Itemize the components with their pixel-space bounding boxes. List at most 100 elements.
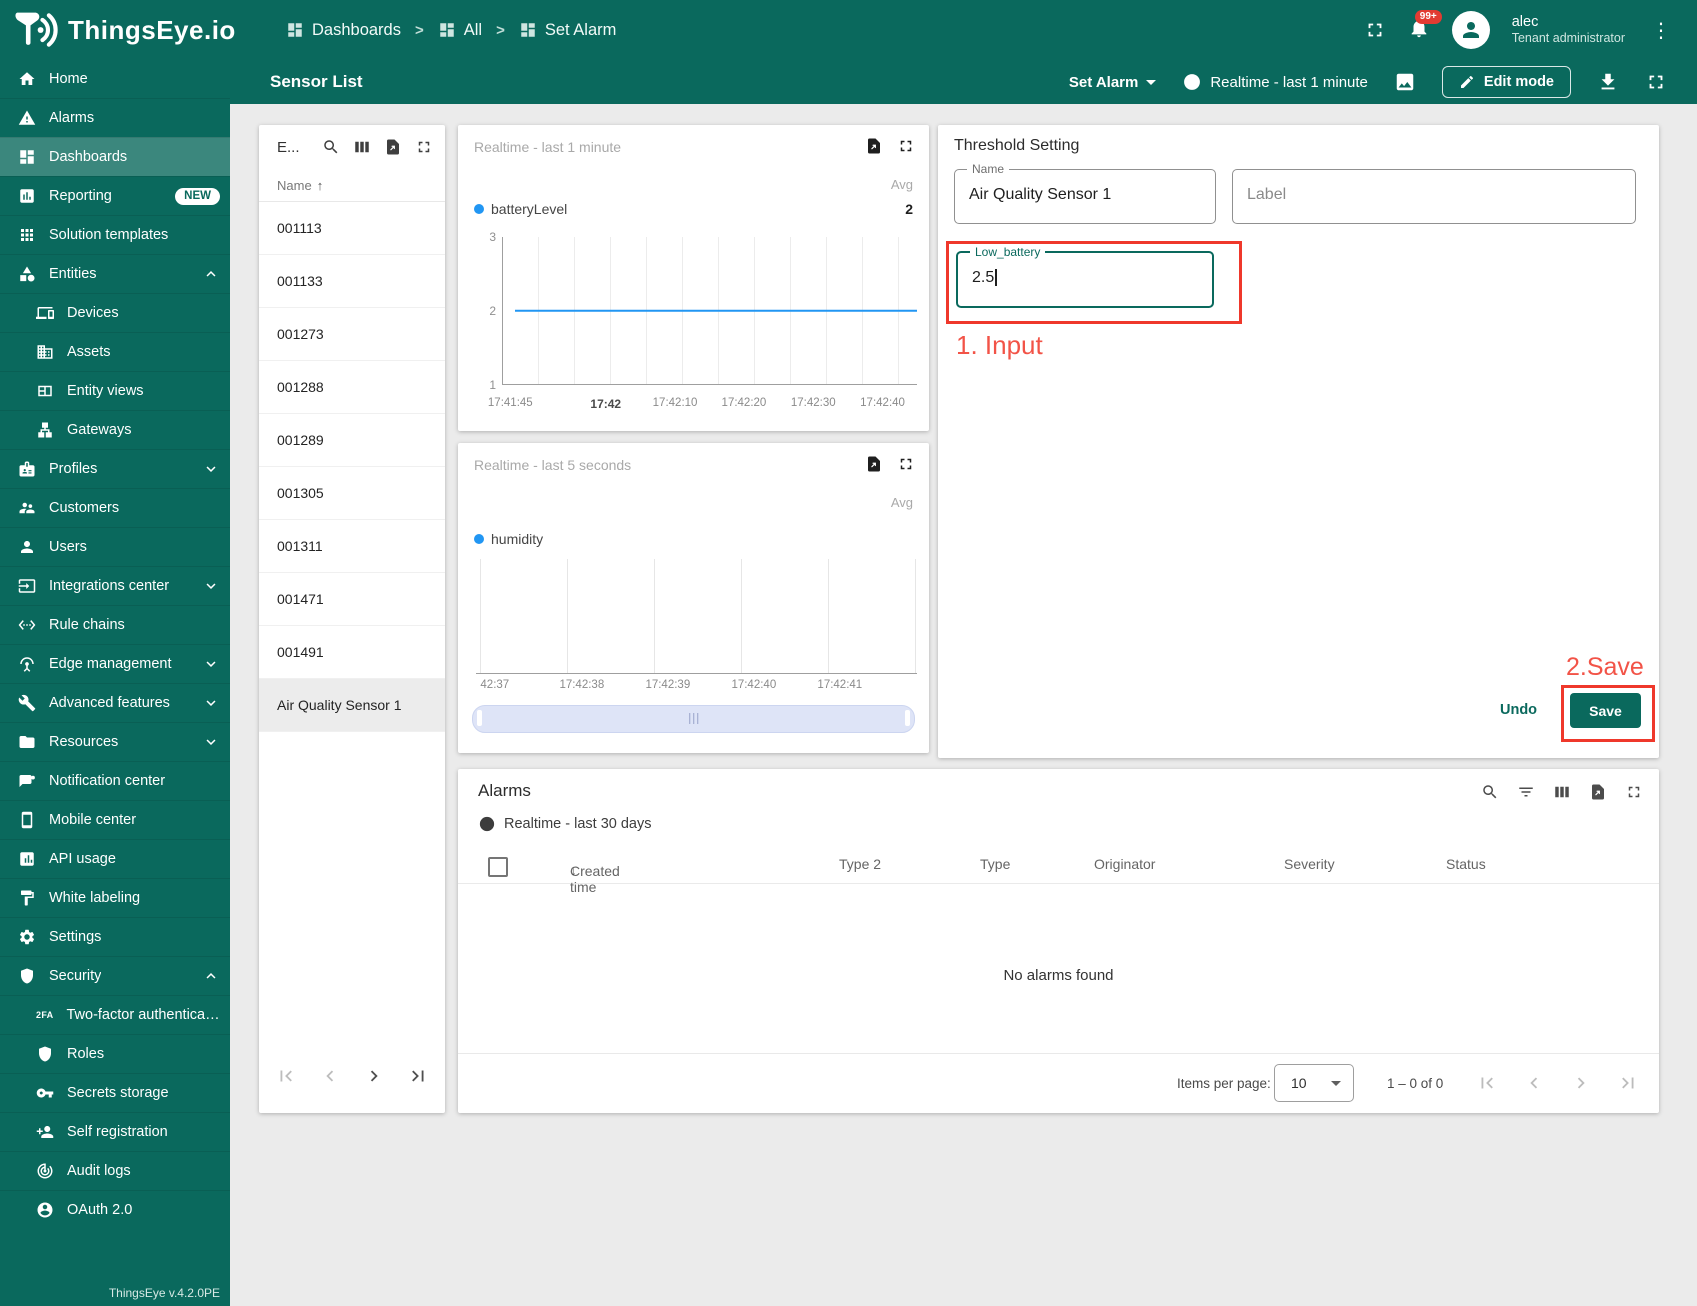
- label-field[interactable]: Label: [1232, 169, 1636, 224]
- sidebar-item-alarms[interactable]: Alarms: [0, 98, 230, 137]
- sidebar-item-reporting[interactable]: Reporting NEW: [0, 176, 230, 215]
- sidebar-item-home[interactable]: Home: [0, 60, 230, 98]
- download-icon[interactable]: [1597, 71, 1619, 93]
- column-type[interactable]: Type: [980, 856, 1010, 872]
- first-page-icon[interactable]: [275, 1065, 297, 1087]
- sidebar-item-solution-templates[interactable]: Solution templates: [0, 215, 230, 254]
- export-file-icon[interactable]: [865, 455, 883, 473]
- sidebar-item-roles[interactable]: Roles: [0, 1034, 230, 1073]
- sidebar-item-audit-logs[interactable]: Audit logs: [0, 1151, 230, 1190]
- sidebar-item-oauth[interactable]: OAuth 2.0: [0, 1190, 230, 1229]
- select-all-checkbox[interactable]: [488, 857, 508, 877]
- export-file-icon[interactable]: [1589, 783, 1607, 801]
- first-page-icon[interactable]: [1476, 1072, 1498, 1094]
- list-item[interactable]: 001113: [259, 202, 445, 255]
- time-scrollbar[interactable]: [472, 705, 915, 733]
- alarms-timewindow-button[interactable]: Realtime - last 30 days: [478, 815, 651, 833]
- sidebar-item-rule-chains[interactable]: Rule chains: [0, 605, 230, 644]
- fullscreen-icon[interactable]: [1625, 783, 1643, 801]
- sidebar-item-self-registration[interactable]: Self registration: [0, 1112, 230, 1151]
- sidebar-item-security[interactable]: Security: [0, 956, 230, 995]
- next-page-icon[interactable]: [363, 1065, 385, 1087]
- fullscreen-icon[interactable]: [1645, 71, 1667, 93]
- sidebar-item-users[interactable]: Users: [0, 527, 230, 566]
- list-item-selected[interactable]: Air Quality Sensor 1: [259, 679, 445, 732]
- export-file-icon[interactable]: [865, 137, 883, 155]
- sidebar-item-api-usage[interactable]: API usage: [0, 839, 230, 878]
- fullscreen-icon[interactable]: [1364, 19, 1386, 41]
- fullscreen-icon[interactable]: [897, 455, 915, 473]
- sidebar-item-secrets-storage[interactable]: Secrets storage: [0, 1073, 230, 1112]
- list-item[interactable]: 001305: [259, 467, 445, 520]
- last-page-icon[interactable]: [407, 1065, 429, 1087]
- brand-logo[interactable]: ThingsEye.io: [0, 11, 240, 49]
- save-button[interactable]: Save: [1570, 693, 1641, 728]
- avatar[interactable]: [1451, 11, 1490, 49]
- export-file-icon[interactable]: [384, 138, 402, 156]
- search-icon[interactable]: [322, 138, 340, 156]
- last-page-icon[interactable]: [1617, 1072, 1639, 1094]
- more-menu-icon[interactable]: ⋮: [1647, 18, 1675, 43]
- notifications-button[interactable]: 99+: [1408, 9, 1442, 44]
- list-item[interactable]: 001289: [259, 414, 445, 467]
- items-per-page-select[interactable]: 10: [1274, 1064, 1354, 1102]
- shield-icon: [36, 1045, 54, 1063]
- scrollbar-grip[interactable]: [688, 713, 699, 724]
- humidity-plot-area[interactable]: [476, 559, 917, 674]
- sidebar-item-settings[interactable]: Settings: [0, 917, 230, 956]
- timewindow-button[interactable]: Realtime - last 1 minute: [1182, 72, 1368, 92]
- sidebar-item-two-factor[interactable]: 2FA Two-factor authenticati...: [0, 995, 230, 1034]
- sidebar-item-edge-management[interactable]: Edge management: [0, 644, 230, 683]
- list-item[interactable]: 001471: [259, 573, 445, 626]
- sidebar-item-mobile-center[interactable]: Mobile center: [0, 800, 230, 839]
- list-item[interactable]: 001133: [259, 255, 445, 308]
- name-field[interactable]: Name Air Quality Sensor 1: [954, 162, 1216, 224]
- search-icon[interactable]: [1481, 783, 1499, 801]
- columns-icon[interactable]: [353, 138, 371, 156]
- edit-mode-button[interactable]: Edit mode: [1441, 66, 1571, 98]
- battery-plot-area[interactable]: [502, 237, 917, 385]
- column-type2[interactable]: Type 2: [839, 856, 881, 872]
- prev-page-icon[interactable]: [1523, 1072, 1545, 1094]
- sidebar-item-dashboards[interactable]: Dashboards: [0, 137, 230, 176]
- sidebar-item-integrations-center[interactable]: Integrations center: [0, 566, 230, 605]
- sidebar-item-devices[interactable]: Devices: [0, 293, 230, 332]
- breadcrumb-dashboards[interactable]: Dashboards: [286, 21, 401, 40]
- list-item[interactable]: 001288: [259, 361, 445, 414]
- image-export-icon[interactable]: [1394, 71, 1416, 93]
- column-severity[interactable]: Severity: [1284, 856, 1335, 872]
- sidebar-item-assets[interactable]: Assets: [0, 332, 230, 371]
- sidebar-item-advanced-features[interactable]: Advanced features: [0, 683, 230, 722]
- prev-page-icon[interactable]: [319, 1065, 341, 1087]
- sidebar-item-notification-center[interactable]: Notification center: [0, 761, 230, 800]
- scrollbar-right-handle[interactable]: [905, 710, 910, 726]
- fullscreen-icon[interactable]: [415, 138, 433, 156]
- sidebar-item-entities[interactable]: Entities: [0, 254, 230, 293]
- filter-icon[interactable]: [1517, 783, 1535, 801]
- report-icon: [18, 187, 36, 205]
- sidebar-item-profiles[interactable]: Profiles: [0, 449, 230, 488]
- sidebar-item-gateways[interactable]: Gateways: [0, 410, 230, 449]
- scrollbar-left-handle[interactable]: [477, 710, 482, 726]
- dashboard-state-select[interactable]: Set Alarm: [1069, 74, 1157, 91]
- list-item[interactable]: 001491: [259, 626, 445, 679]
- legend-humidity[interactable]: humidity: [474, 531, 543, 547]
- sidebar-item-customers[interactable]: Customers: [0, 488, 230, 527]
- column-status[interactable]: Status: [1446, 856, 1486, 872]
- sidebar-item-resources[interactable]: Resources: [0, 722, 230, 761]
- legend-battery-level[interactable]: batteryLevel: [474, 201, 567, 217]
- building-icon: [36, 343, 54, 361]
- columns-icon[interactable]: [1553, 783, 1571, 801]
- list-item[interactable]: 001273: [259, 308, 445, 361]
- breadcrumb-set-alarm[interactable]: Set Alarm: [519, 21, 616, 40]
- fullscreen-icon[interactable]: [897, 137, 915, 155]
- column-originator[interactable]: Originator: [1094, 856, 1155, 872]
- low-battery-field[interactable]: Low_battery 2.5: [956, 245, 1214, 308]
- entity-list-column-header[interactable]: Name ↑: [259, 169, 445, 202]
- sidebar-item-entity-views[interactable]: Entity views: [0, 371, 230, 410]
- sidebar-item-white-labeling[interactable]: White labeling: [0, 878, 230, 917]
- next-page-icon[interactable]: [1570, 1072, 1592, 1094]
- undo-button[interactable]: Undo: [1500, 693, 1537, 728]
- breadcrumb-all[interactable]: All: [438, 21, 482, 40]
- list-item[interactable]: 001311: [259, 520, 445, 573]
